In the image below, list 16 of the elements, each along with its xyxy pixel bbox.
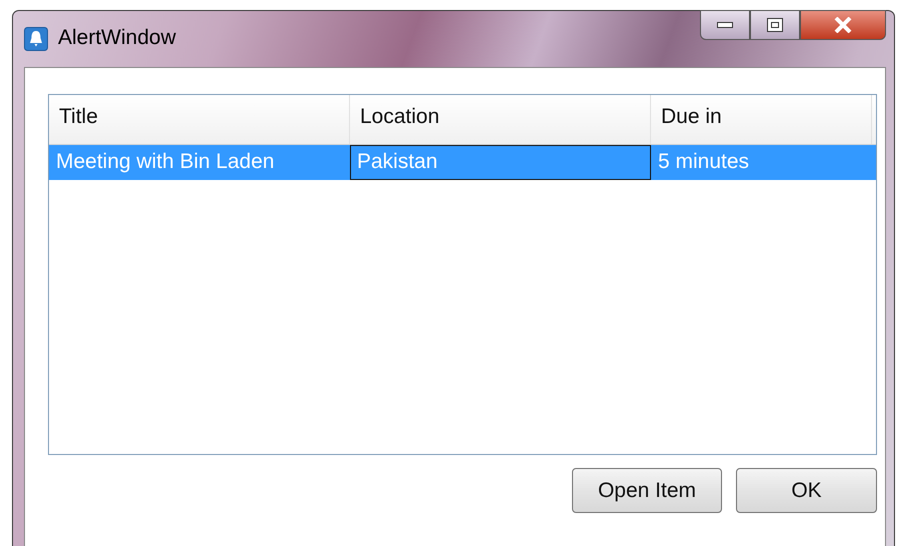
maximize-button[interactable] xyxy=(750,10,800,40)
minimize-icon xyxy=(717,22,733,28)
maximize-icon xyxy=(767,18,783,32)
open-item-button[interactable]: Open Item xyxy=(572,468,722,513)
column-header[interactable]: Title xyxy=(49,95,350,144)
minimize-button[interactable] xyxy=(700,10,750,40)
table-cell-text: 5 minutes xyxy=(657,149,750,175)
column-header[interactable]: Location xyxy=(350,95,651,144)
table-cell: Pakistan xyxy=(350,145,651,180)
window-title: AlertWindow xyxy=(58,26,176,50)
table-cell-text: Meeting with Bin Laden xyxy=(55,149,276,175)
close-icon xyxy=(833,17,853,33)
close-button[interactable] xyxy=(800,10,886,40)
ok-button[interactable]: OK xyxy=(736,468,877,513)
bell-icon xyxy=(24,27,48,51)
column-header[interactable]: Due in xyxy=(651,95,872,144)
